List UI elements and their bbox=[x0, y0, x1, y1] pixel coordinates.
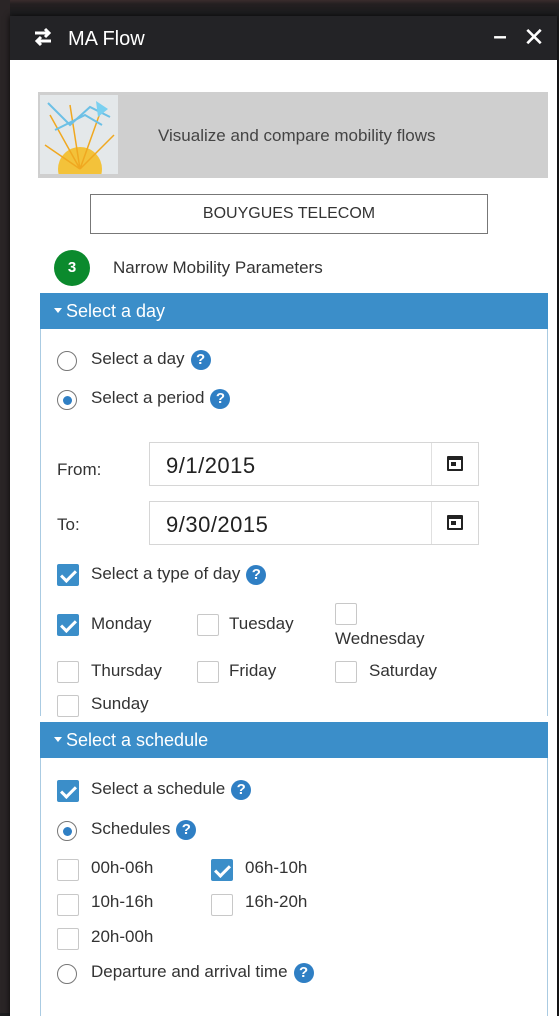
calendar-icon bbox=[447, 515, 463, 530]
wednesday-label: Wednesday bbox=[335, 629, 425, 648]
select-period-option: Select a period? bbox=[91, 388, 231, 409]
select-day-label: Select a day bbox=[91, 349, 185, 368]
help-icon[interactable]: ? bbox=[246, 564, 267, 585]
select-a-day-body: Select a day? Select a period? From: 9/1… bbox=[40, 329, 548, 717]
slot-10-16-checkbox[interactable] bbox=[57, 894, 79, 916]
step-label: Narrow Mobility Parameters bbox=[113, 258, 323, 277]
select-day-radio[interactable] bbox=[57, 351, 77, 371]
feature-banner: Visualize and compare mobility flows bbox=[38, 92, 548, 178]
slot-00-06-label: 00h-06h bbox=[91, 858, 154, 877]
select-schedule-checkbox[interactable] bbox=[57, 780, 79, 802]
calendar-icon bbox=[447, 456, 463, 471]
saturday-checkbox[interactable] bbox=[335, 661, 357, 683]
departure-arrival-label: Departure and arrival time bbox=[91, 962, 288, 981]
caret-down-icon bbox=[54, 737, 62, 743]
close-button[interactable]: ✕ bbox=[520, 22, 548, 52]
banner-text: Visualize and compare mobility flows bbox=[158, 126, 436, 145]
type-of-day-option: Select a type of day? bbox=[91, 564, 267, 585]
select-day-option: Select a day? bbox=[91, 349, 211, 370]
window-title: MA Flow bbox=[68, 28, 145, 50]
tuesday-checkbox[interactable] bbox=[197, 614, 219, 636]
help-icon[interactable]: ? bbox=[176, 819, 197, 840]
select-a-day-header[interactable]: Select a day bbox=[40, 293, 548, 329]
sunday-checkbox[interactable] bbox=[57, 695, 79, 717]
monday-checkbox[interactable] bbox=[57, 614, 79, 636]
help-icon[interactable]: ? bbox=[231, 779, 252, 800]
arrows-exchange-icon bbox=[34, 27, 52, 47]
section-title: Select a schedule bbox=[66, 730, 209, 750]
schedules-radio[interactable] bbox=[57, 821, 77, 841]
select-schedule-label: Select a schedule bbox=[91, 779, 226, 798]
friday-label: Friday bbox=[229, 661, 277, 680]
section-title: Select a day bbox=[66, 301, 166, 321]
help-icon[interactable]: ? bbox=[293, 962, 314, 983]
select-a-schedule-header[interactable]: Select a schedule bbox=[40, 722, 548, 758]
to-date-field[interactable]: 9/30/2015 bbox=[149, 501, 479, 545]
schedules-label: Schedules bbox=[91, 819, 171, 838]
departure-arrival-radio[interactable] bbox=[57, 964, 77, 984]
from-date-field[interactable]: 9/1/2015 bbox=[149, 442, 479, 486]
slot-16-20-label: 16h-20h bbox=[245, 892, 308, 911]
schedules-option: Schedules? bbox=[91, 819, 197, 840]
type-of-day-label: Select a type of day bbox=[91, 564, 241, 583]
thursday-checkbox[interactable] bbox=[57, 661, 79, 683]
slot-00-06-checkbox[interactable] bbox=[57, 859, 79, 881]
operator-button[interactable]: BOUYGUES TELECOM bbox=[90, 194, 488, 234]
from-calendar-button[interactable] bbox=[431, 443, 478, 485]
from-date-value: 9/1/2015 bbox=[166, 453, 256, 478]
slot-20-00-label: 20h-00h bbox=[91, 927, 154, 946]
select-period-label: Select a period bbox=[91, 388, 205, 407]
friday-checkbox[interactable] bbox=[197, 661, 219, 683]
wednesday-checkbox[interactable] bbox=[335, 603, 357, 625]
slot-10-16-label: 10h-16h bbox=[91, 892, 154, 911]
caret-down-icon bbox=[54, 308, 62, 314]
ma-flow-panel: MA Flow – ✕ Visualize and compare mobili… bbox=[10, 16, 557, 1016]
select-period-radio[interactable] bbox=[57, 390, 77, 410]
tuesday-label: Tuesday bbox=[229, 614, 294, 633]
to-date-value: 9/30/2015 bbox=[166, 512, 269, 537]
help-icon[interactable]: ? bbox=[210, 388, 231, 409]
slot-16-20-checkbox[interactable] bbox=[211, 894, 233, 916]
thursday-label: Thursday bbox=[91, 661, 162, 680]
to-calendar-button[interactable] bbox=[431, 502, 478, 544]
select-a-schedule-body: Select a schedule? Schedules? 00h-06h 06… bbox=[40, 758, 548, 1016]
slot-06-10-label: 06h-10h bbox=[245, 858, 308, 877]
step-number-badge: 3 bbox=[54, 250, 90, 286]
sunday-label: Sunday bbox=[91, 694, 149, 713]
minimize-button[interactable]: – bbox=[490, 22, 510, 52]
type-of-day-checkbox[interactable] bbox=[57, 564, 79, 586]
from-label: From: bbox=[57, 460, 102, 479]
departure-arrival-option: Departure and arrival time? bbox=[91, 962, 314, 983]
mobility-flows-thumbnail bbox=[40, 95, 118, 174]
help-icon[interactable]: ? bbox=[190, 349, 211, 370]
saturday-label: Saturday bbox=[369, 661, 438, 680]
slot-20-00-checkbox[interactable] bbox=[57, 928, 79, 950]
title-bar[interactable]: MA Flow – ✕ bbox=[10, 16, 557, 60]
select-schedule-option: Select a schedule? bbox=[91, 779, 252, 800]
to-label: To: bbox=[57, 515, 80, 534]
monday-label: Monday bbox=[91, 614, 152, 633]
slot-06-10-checkbox[interactable] bbox=[211, 859, 233, 881]
